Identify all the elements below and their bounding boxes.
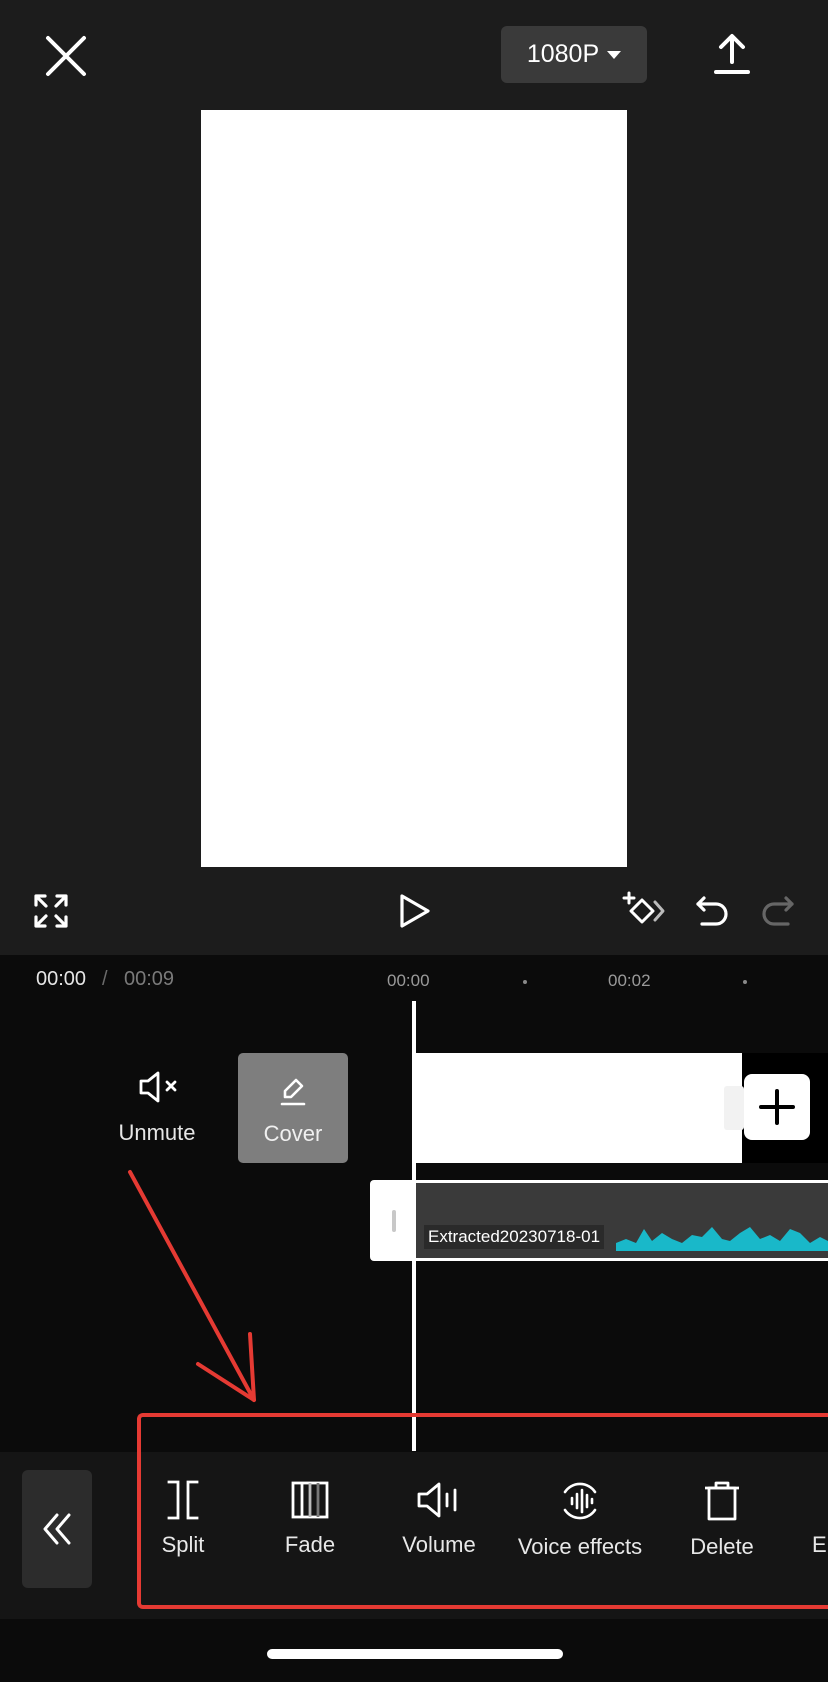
keyframe-icon[interactable] <box>622 890 670 932</box>
video-preview[interactable] <box>201 110 627 867</box>
time-separator: / <box>102 968 108 990</box>
edit-pencil-icon <box>279 1077 307 1107</box>
add-clip-button[interactable] <box>744 1074 810 1140</box>
plus-icon <box>759 1089 795 1125</box>
ruler-label: 00:02 <box>608 971 651 990</box>
cover-label: Cover <box>263 1121 323 1146</box>
undo-icon[interactable] <box>694 894 730 930</box>
home-indicator <box>267 1649 563 1659</box>
audio-clip[interactable]: Extracted20230718-01 <box>370 1180 828 1261</box>
mute-icon[interactable] <box>138 1070 182 1104</box>
caret-down-icon <box>607 50 622 59</box>
audio-trim-handle[interactable] <box>392 1210 396 1232</box>
close-icon[interactable] <box>44 34 88 78</box>
quality-label: 1080P <box>526 40 600 68</box>
ruler-dot <box>743 980 747 984</box>
collapse-toolbar-button[interactable] <box>22 1470 92 1588</box>
cover-button[interactable]: Cover <box>238 1053 348 1163</box>
current-time: 00:00 <box>36 968 87 990</box>
clip-trim-handle[interactable] <box>724 1086 744 1130</box>
audio-clip-label: Extracted20230718-01 <box>424 1225 605 1249</box>
redo-icon[interactable] <box>760 894 796 930</box>
play-icon[interactable] <box>398 893 432 929</box>
export-icon[interactable] <box>712 32 752 76</box>
quality-dropdown[interactable]: 1080P <box>501 26 647 83</box>
ruler-dot <box>523 980 527 984</box>
playhead[interactable] <box>412 1001 416 1451</box>
annotation-highlight-box <box>137 1413 828 1609</box>
audio-waveform-area: Extracted20230718-01 <box>416 1183 828 1258</box>
total-time: 00:09 <box>124 968 175 990</box>
unmute-button[interactable]: Unmute <box>106 1120 208 1146</box>
annotation-arrow <box>128 1170 256 1402</box>
double-chevron-left-icon <box>43 1513 71 1545</box>
fullscreen-icon[interactable] <box>34 894 68 928</box>
ruler-label: 00:00 <box>387 971 430 990</box>
video-clip[interactable] <box>416 1053 742 1163</box>
